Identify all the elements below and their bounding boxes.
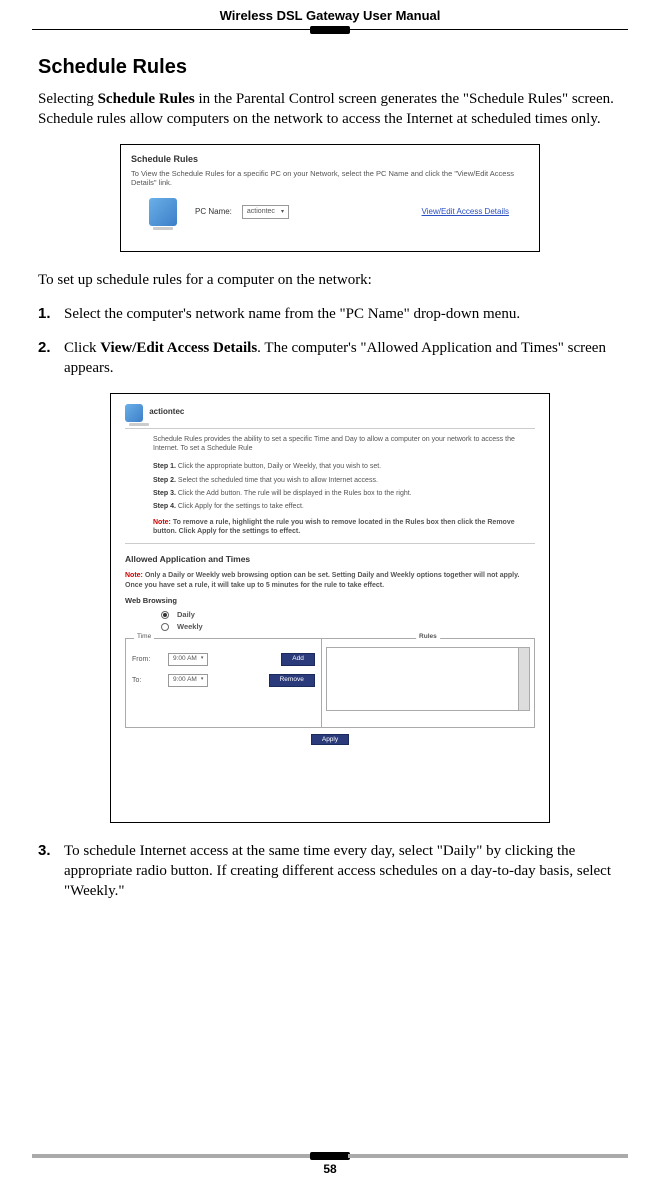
fig2-step2-label: Step 2. xyxy=(153,477,176,484)
figure-schedule-rules: Schedule Rules To View the Schedule Rule… xyxy=(120,144,540,252)
fig2-step1-text: Click the appropriate button, Daily or W… xyxy=(176,463,381,470)
from-dropdown[interactable]: 9:00 AM xyxy=(168,653,208,666)
footer-dot xyxy=(310,1152,350,1160)
time-column: Time From: 9:00 AM Add To: 9:00 AM Remov… xyxy=(126,639,322,727)
fig2-step2: Step 2. Select the scheduled time that y… xyxy=(153,476,535,485)
add-button[interactable]: Add xyxy=(281,653,315,666)
fig2-step3: Step 3. Click the Add button. The rule w… xyxy=(153,489,535,498)
fig2-step3-text: Click the Add button. The rule will be d… xyxy=(176,490,412,497)
rules-legend: Rules xyxy=(416,633,440,642)
step-2: 2. Click View/Edit Access Details. The c… xyxy=(38,338,622,379)
to-label: To: xyxy=(132,676,162,685)
to-dropdown[interactable]: 9:00 AM xyxy=(168,674,208,687)
footer-bar-left xyxy=(32,1154,312,1158)
figure-allowed-times: actiontec Schedule Rules provides the ab… xyxy=(110,393,550,823)
radio-weekly-row[interactable]: Weekly xyxy=(161,622,535,632)
steps-list: 1. Select the computer's network name fr… xyxy=(38,304,622,379)
header-rule xyxy=(32,29,628,30)
fig2-step4-text: Click Apply for the settings to take eff… xyxy=(176,503,304,510)
step-3-num: 3. xyxy=(38,841,64,902)
pc-name-label: PC Name: xyxy=(195,207,232,218)
fig2-time-rules: Time From: 9:00 AM Add To: 9:00 AM Remov… xyxy=(125,638,535,728)
fig2-divider2 xyxy=(125,543,535,544)
steps-list-cont: 3. To schedule Internet access at the sa… xyxy=(38,841,622,902)
to-row: To: 9:00 AM Remove xyxy=(132,674,315,687)
scroll-up-icon[interactable]: ▴ xyxy=(520,649,528,657)
intro-pre: Selecting xyxy=(38,91,98,107)
radio-weekly-label: Weekly xyxy=(177,622,203,632)
fig2-web-browsing-label: Web Browsing xyxy=(125,596,535,606)
radio-daily-row[interactable]: Daily xyxy=(161,610,535,620)
page-footer: 58 xyxy=(32,1152,628,1176)
apply-row: Apply xyxy=(125,734,535,745)
fig2-step2-text: Select the scheduled time that you wish … xyxy=(176,477,378,484)
fig2-step1-label: Step 1. xyxy=(153,463,176,470)
fig2-note2-label: Note: xyxy=(125,572,143,579)
fig1-title: Schedule Rules xyxy=(131,153,529,165)
fig2-hostname: actiontec xyxy=(149,407,184,416)
fig2-header-row: actiontec xyxy=(125,404,535,422)
intro-bold: Schedule Rules xyxy=(98,91,195,107)
fig2-step3-label: Step 3. xyxy=(153,490,176,497)
step-3: 3. To schedule Internet access at the sa… xyxy=(38,841,622,902)
fig2-note1-label: Note: xyxy=(153,519,171,526)
section-heading: Schedule Rules xyxy=(38,54,622,81)
step-1-num: 1. xyxy=(38,304,64,324)
step-3-body: To schedule Internet access at the same … xyxy=(64,841,622,902)
rules-column: Rules ▴ ▾ xyxy=(322,639,534,727)
fig2-step4-label: Step 4. xyxy=(153,503,176,510)
fig2-intro-para: Schedule Rules provides the ability to s… xyxy=(153,435,535,455)
scroll-down-icon[interactable]: ▾ xyxy=(520,701,528,709)
lead-text: To set up schedule rules for a computer … xyxy=(38,270,622,290)
fig2-note2-text: Only a Daily or Weekly web browsing opti… xyxy=(125,572,519,588)
from-row: From: 9:00 AM Add xyxy=(132,653,315,666)
time-legend: Time xyxy=(134,633,154,642)
page-header-title: Wireless DSL Gateway User Manual xyxy=(0,0,660,29)
pc-icon xyxy=(125,404,143,422)
page-number: 58 xyxy=(32,1162,628,1176)
fig2-divider xyxy=(125,428,535,429)
radio-weekly[interactable] xyxy=(161,623,169,631)
step-2-num: 2. xyxy=(38,338,64,379)
fig2-note2: Note: Only a Daily or Weekly web browsin… xyxy=(125,571,535,590)
fig2-step4: Step 4. Click Apply for the settings to … xyxy=(153,502,535,511)
footer-bar-right xyxy=(348,1154,628,1158)
step-2-pre: Click xyxy=(64,340,100,356)
fig1-row: PC Name: actiontec View/Edit Access Deta… xyxy=(131,198,529,226)
rules-listbox[interactable]: ▴ ▾ xyxy=(326,647,530,711)
remove-button[interactable]: Remove xyxy=(269,674,315,687)
step-1: 1. Select the computer's network name fr… xyxy=(38,304,622,324)
step-2-body: Click View/Edit Access Details. The comp… xyxy=(64,338,622,379)
radio-daily-label: Daily xyxy=(177,610,195,620)
step-2-bold: View/Edit Access Details xyxy=(100,340,257,356)
from-label: From: xyxy=(132,655,162,664)
view-edit-link[interactable]: View/Edit Access Details xyxy=(422,207,509,218)
intro-paragraph: Selecting Schedule Rules in the Parental… xyxy=(38,89,622,130)
radio-daily[interactable] xyxy=(161,611,169,619)
fig2-section-title: Allowed Application and Times xyxy=(125,554,535,565)
fig1-desc: To View the Schedule Rules for a specifi… xyxy=(131,169,529,189)
fig2-note1-text: To remove a rule, highlight the rule you… xyxy=(153,519,515,535)
pc-name-dropdown[interactable]: actiontec xyxy=(242,205,289,218)
pc-icon xyxy=(149,198,177,226)
step-1-body: Select the computer's network name from … xyxy=(64,304,622,324)
footer-rule xyxy=(32,1152,628,1160)
apply-button[interactable]: Apply xyxy=(311,734,349,745)
page-content: Schedule Rules Selecting Schedule Rules … xyxy=(0,30,660,901)
fig2-note1: Note: To remove a rule, highlight the ru… xyxy=(153,518,535,537)
fig2-step1: Step 1. Click the appropriate button, Da… xyxy=(153,462,535,471)
